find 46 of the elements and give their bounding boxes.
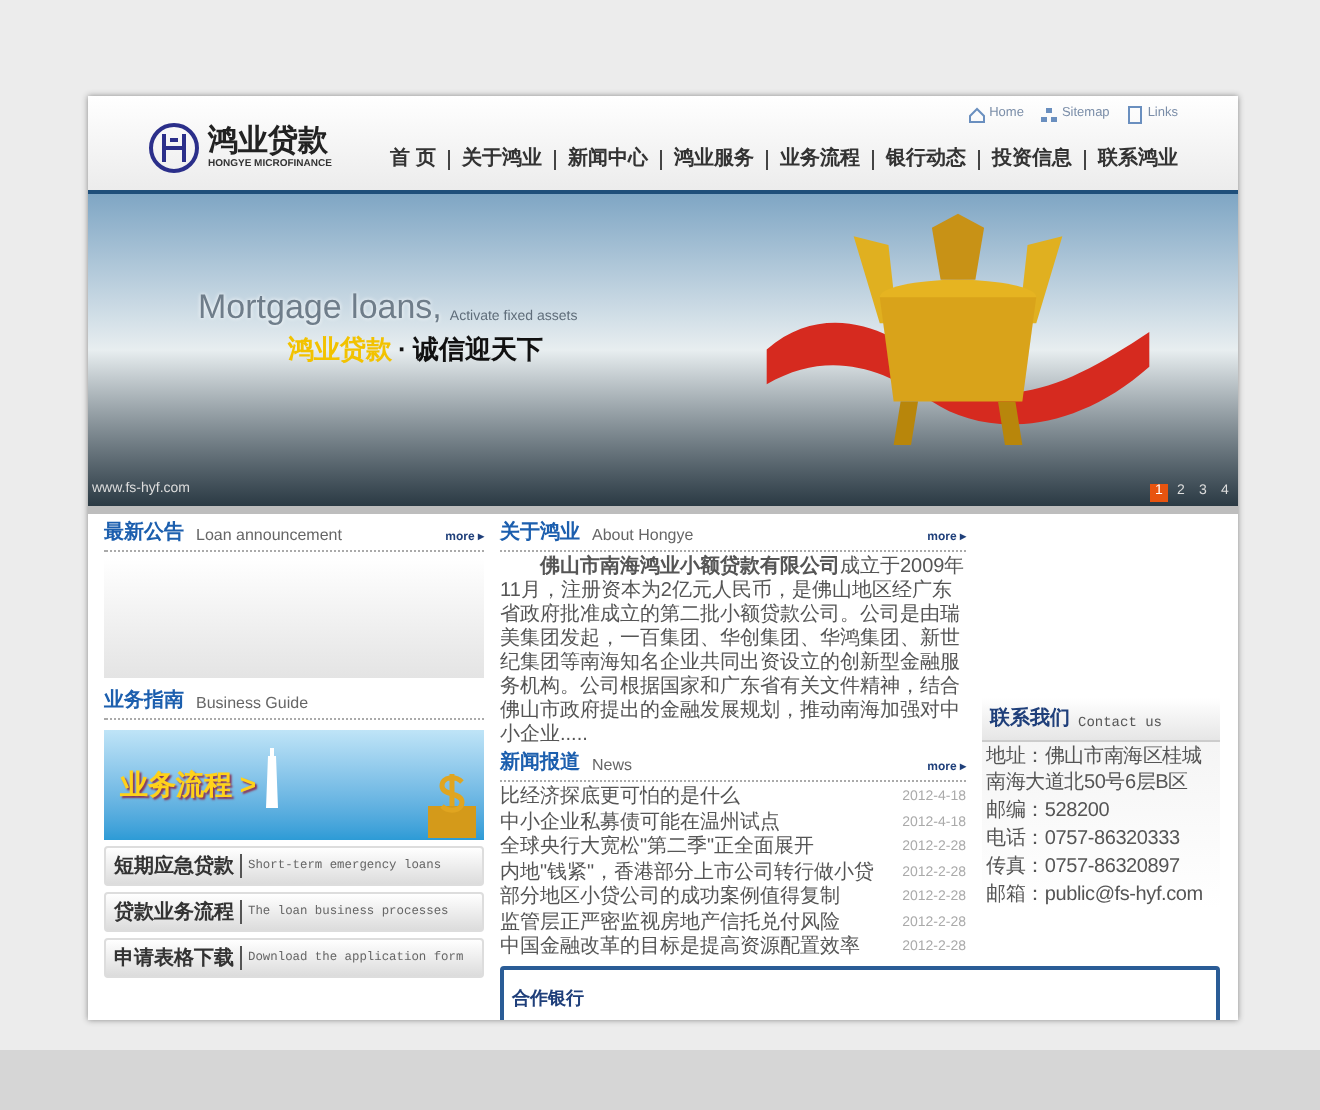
contact-line: 邮箱：public@fs-hyf.com [984,882,1205,908]
nav-link[interactable]: 鸿业服务 [674,144,754,174]
about-paragraph: 佛山市南海鸿业小额贷款有限公司成立于2009年11月，注册资本为2亿元人民币，是佛山地区经广东省政府批准成立的第二批小额贷款公司。公司是由瑞美集团发起，一百集团、华创集团、华鸿集团、新世纪集团等南海知名企业共同出资设立的创新型金融服务机构。公司根据国家和广东省有关文件精神，结合佛山市政府提出的金融发展规划，推动南海加强对中小企业..... [500,556,966,748]
nav-link[interactable]: 投资信息 [992,144,1072,174]
section-subtitle: News [592,754,633,778]
section-title: 业务指南 [104,687,184,716]
contact-line: 地址：佛山市南海区桂城南海大道北50号6层B区 [984,744,1204,796]
lighthouse-icon [264,748,280,808]
coin-stack-icon [424,770,480,838]
news-link[interactable]: 监管层正严密监视房地产信托兑付风险 [500,911,840,936]
section-subtitle: Business Guide [196,692,309,716]
banner-caption: 业务流程 > [120,766,257,804]
news-link[interactable]: 全球央行大宽松"第二季"正全面展开 [500,836,815,861]
contact-line: 电话：0757-86320333 [984,826,1182,852]
logo-icon [148,122,200,174]
contact-line: 邮编：528200 [984,798,1112,824]
banner-headline: Mortgage loans, [198,286,442,330]
section-subtitle: Loan announcement [196,524,342,548]
nav-link[interactable]: 联系鸿业 [1098,144,1178,174]
nav-link[interactable]: 关于鸿业 [462,144,542,174]
nav-link[interactable]: 新闻中心 [568,144,648,174]
news-link[interactable]: 内地"钱紧"，香港部分上市公司转行做小贷 [500,861,875,886]
news-link[interactable]: 部分地区小贷公司的成功案例值得复制 [500,886,840,911]
slogan-text: 诚信迎天下 [412,332,543,368]
contact-line: 传真：0757-86320897 [984,854,1182,880]
section-title: 最新公告 [104,518,184,548]
slogan-dot: · [398,332,407,368]
guide-link-label: 短期应急贷款 [114,852,234,881]
guide-link-label: 申请表格下载 [114,945,234,973]
nav-link[interactable]: 银行动态 [886,144,966,174]
partner-title: 合作银行 [512,987,584,1007]
nav-link[interactable]: 首 页 [390,144,436,174]
news-link[interactable]: 中国金融改革的目标是提高资源配置效率 [500,936,860,961]
section-subtitle: About Hongye [592,524,694,548]
section-title: 联系我们 [990,705,1070,734]
logo-name: 鸿业贷款 [208,126,330,156]
page-icon [1125,105,1144,124]
guide-link-label: 贷款业务流程 [114,898,234,927]
slogan-brand: 鸿业贷款 [288,332,392,368]
section-title: 新闻报道 [500,748,580,778]
nav-link[interactable]: 业务流程 [780,144,860,174]
news-link[interactable]: 中小企业私募债可能在温州试点 [500,811,780,836]
home-icon [967,105,986,124]
sitemap-icon [1039,105,1058,124]
news-link[interactable]: 比经济探底更可怕的是什么 [500,786,740,811]
section-title: 关于鸿业 [500,519,580,548]
